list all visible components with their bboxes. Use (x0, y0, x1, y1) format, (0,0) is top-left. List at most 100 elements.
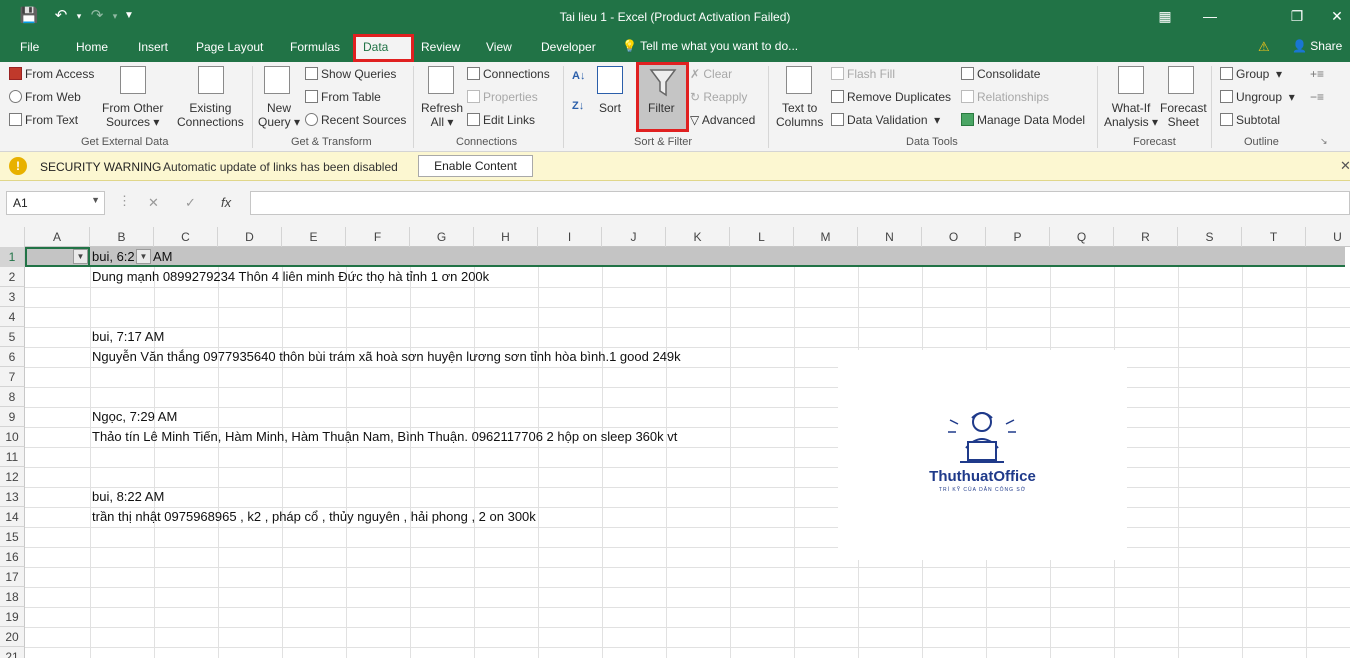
cancel-icon[interactable]: ✕ (148, 195, 159, 211)
minimize-icon[interactable]: — (1195, 6, 1225, 26)
sort-a-to-z-icon[interactable]: A↓ (572, 70, 585, 82)
row-header[interactable]: 7 (0, 367, 25, 387)
column-header[interactable]: P (986, 227, 1050, 247)
column-header[interactable]: H (474, 227, 538, 247)
filter-dropdown-a1[interactable]: ▼ (73, 249, 88, 264)
column-header[interactable]: T (1242, 227, 1306, 247)
from-table-button[interactable]: From Table (305, 90, 381, 104)
row-header[interactable]: 6 (0, 347, 25, 367)
edit-links-button[interactable]: Edit Links (467, 113, 535, 127)
connections-button[interactable]: Connections (467, 67, 550, 81)
clear-button[interactable]: ✗ Clear (690, 67, 732, 81)
column-header[interactable]: K (666, 227, 730, 247)
outline-dialog-launcher-icon[interactable]: ↘ (1320, 136, 1328, 147)
new-query-button[interactable]: New Query ▾ (258, 101, 300, 129)
share-button[interactable]: 👤 Share (1292, 39, 1342, 53)
tell-me-search[interactable]: 💡 Tell me what you want to do... (622, 39, 798, 53)
row-header[interactable]: 20 (0, 627, 25, 647)
column-header[interactable]: I (538, 227, 602, 247)
tab-file[interactable]: File (20, 40, 39, 54)
tab-formulas[interactable]: Formulas (290, 40, 340, 54)
row-header[interactable]: 12 (0, 467, 25, 487)
relationships-button[interactable]: Relationships (961, 90, 1049, 104)
tab-data[interactable]: Data (353, 34, 414, 62)
column-header[interactable]: A (25, 227, 90, 247)
column-header[interactable]: O (922, 227, 986, 247)
restore-icon[interactable]: ❐ (1282, 6, 1312, 26)
tab-page-layout[interactable]: Page Layout (196, 40, 263, 54)
column-header[interactable]: U (1306, 227, 1350, 247)
show-queries-button[interactable]: Show Queries (305, 67, 396, 81)
from-web-button[interactable]: From Web (9, 90, 81, 104)
from-other-sources-button[interactable]: From Other Sources ▾ (102, 101, 163, 129)
existing-connections-button[interactable]: Existing Connections (177, 101, 244, 129)
show-detail-icon[interactable]: +≡ (1310, 67, 1324, 81)
row-header[interactable]: 11 (0, 447, 25, 467)
column-header[interactable]: Q (1050, 227, 1114, 247)
text-to-columns-button[interactable]: Text to Columns (776, 101, 823, 129)
formula-input[interactable] (250, 191, 1350, 215)
sort-button[interactable]: Sort (599, 101, 621, 115)
row-header[interactable]: 10 (0, 427, 25, 447)
remove-duplicates-button[interactable]: Remove Duplicates (831, 90, 951, 104)
row-header[interactable]: 18 (0, 587, 25, 607)
data-validation-button[interactable]: Data Validation ▾ (831, 113, 940, 127)
spreadsheet-grid[interactable]: A B C D E F G H I J K L M N O P Q R S T … (0, 227, 1350, 658)
row-header[interactable]: 8 (0, 387, 25, 407)
flash-fill-button[interactable]: Flash Fill (831, 67, 895, 81)
advanced-button[interactable]: ▽ Advanced (690, 113, 755, 127)
row-header[interactable]: 1 (0, 247, 25, 267)
row-header[interactable]: 17 (0, 567, 25, 587)
ungroup-button[interactable]: Ungroup ▾ (1220, 90, 1295, 104)
column-header[interactable]: G (410, 227, 474, 247)
selected-row-1[interactable] (25, 247, 1345, 267)
column-header[interactable]: C (154, 227, 218, 247)
column-header[interactable]: J (602, 227, 666, 247)
from-access-button[interactable]: From Access (9, 67, 94, 81)
close-icon[interactable]: ✕ (1322, 6, 1350, 26)
row-header[interactable]: 4 (0, 307, 25, 327)
manage-data-model-button[interactable]: Manage Data Model (961, 113, 1085, 127)
tab-view[interactable]: View (486, 40, 512, 54)
close-icon[interactable]: ✕ (1340, 158, 1350, 174)
insert-function-icon[interactable]: fx (221, 195, 231, 210)
enter-icon[interactable]: ✓ (185, 195, 196, 211)
hide-detail-icon[interactable]: −≡ (1310, 90, 1324, 104)
enable-content-button[interactable]: Enable Content (418, 155, 533, 177)
cell-b6[interactable]: Nguyễn Văn thắng 0977935640 thôn bùi trá… (92, 347, 681, 367)
ribbon-display-options-icon[interactable]: ▦ (1150, 6, 1180, 26)
column-header[interactable]: L (730, 227, 794, 247)
sort-z-to-a-icon[interactable]: Z↓ (572, 100, 584, 112)
name-box[interactable]: A1 ▼ (6, 191, 105, 215)
forecast-sheet-button[interactable]: Forecast Sheet (1160, 101, 1207, 129)
cell-b14[interactable]: trần thị nhật 0975968965 , k2 , pháp cổ … (92, 507, 536, 527)
filter-button[interactable]: Filter (636, 62, 689, 132)
row-header[interactable]: 2 (0, 267, 25, 287)
filter-dropdown-b1[interactable]: ▼ (136, 249, 151, 264)
properties-button[interactable]: Properties (467, 90, 538, 104)
what-if-analysis-button[interactable]: What-If Analysis ▾ (1104, 101, 1158, 129)
cell-b13[interactable]: bui, 8:22 AM (92, 487, 164, 507)
tab-review[interactable]: Review (421, 40, 460, 54)
reapply-button[interactable]: ↻ Reapply (690, 90, 747, 104)
column-header[interactable]: B (90, 227, 154, 247)
row-header[interactable]: 19 (0, 607, 25, 627)
cell-b5[interactable]: bui, 7:17 AM (92, 327, 164, 347)
refresh-all-button[interactable]: Refresh All ▾ (421, 101, 463, 129)
column-header[interactable]: D (218, 227, 282, 247)
row-header[interactable]: 9 (0, 407, 25, 427)
from-text-button[interactable]: From Text (9, 113, 78, 127)
warning-icon[interactable]: ⚠ (1258, 39, 1270, 55)
row-header[interactable]: 14 (0, 507, 25, 527)
row-header[interactable]: 21 (0, 647, 25, 658)
column-header[interactable]: N (858, 227, 922, 247)
cell-b2[interactable]: Dung mạnh 0899279234 Thôn 4 liên minh Đứ… (92, 267, 489, 287)
tab-home[interactable]: Home (76, 40, 108, 54)
row-header[interactable]: 13 (0, 487, 25, 507)
tab-developer[interactable]: Developer (541, 40, 596, 54)
row-header[interactable]: 15 (0, 527, 25, 547)
column-header[interactable]: S (1178, 227, 1242, 247)
cell-b1[interactable]: bui, 6:2 (92, 247, 135, 267)
column-header[interactable]: F (346, 227, 410, 247)
tab-insert[interactable]: Insert (138, 40, 168, 54)
